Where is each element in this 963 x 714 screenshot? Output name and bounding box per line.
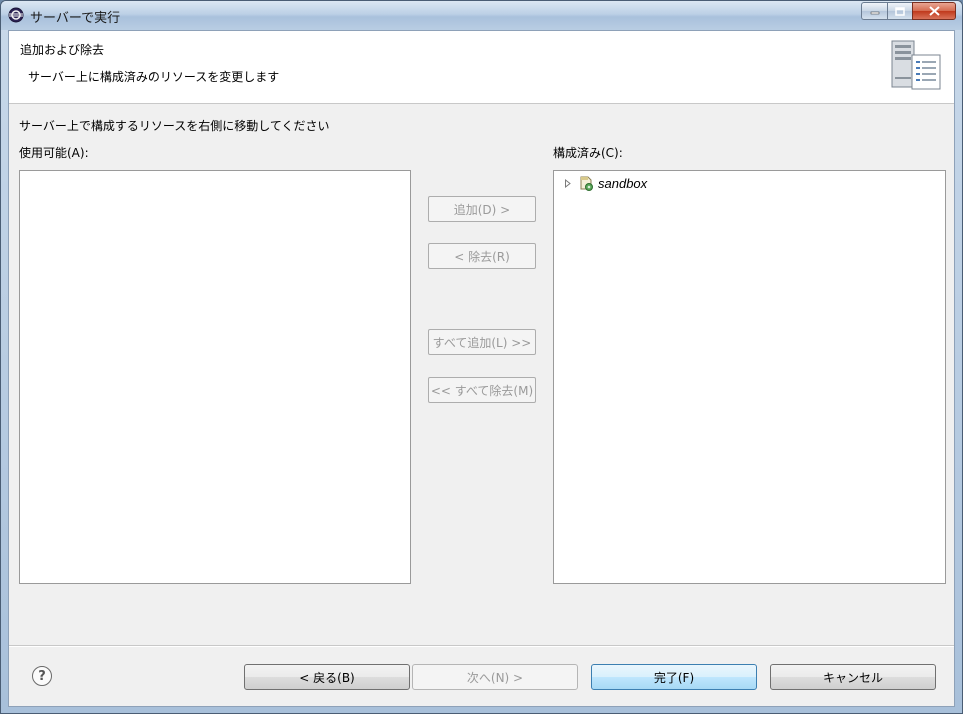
available-label: 使用可能(A): xyxy=(19,146,89,160)
close-button[interactable] xyxy=(912,2,956,20)
configured-label: 構成済み(C): xyxy=(553,146,623,160)
caption-buttons xyxy=(861,2,956,22)
tree-item-sandbox[interactable]: sandbox xyxy=(562,174,647,192)
back-button[interactable]: < 戻る(B) xyxy=(244,664,410,690)
wizard-banner: 追加および除去 サーバー上に構成済みのリソースを変更します xyxy=(9,31,954,104)
remove-button[interactable]: < 除去(R) xyxy=(428,243,536,269)
tree-item-label: sandbox xyxy=(598,175,648,191)
window-title: サーバーで実行 xyxy=(30,11,121,26)
configured-resources-tree[interactable]: sandbox xyxy=(553,170,946,584)
server-wizard-icon xyxy=(891,40,941,90)
next-button[interactable]: 次へ(N) > xyxy=(412,664,578,690)
finish-button[interactable]: 完了(F) xyxy=(591,664,757,690)
expand-triangle-icon[interactable] xyxy=(562,177,574,189)
close-icon xyxy=(928,6,940,16)
title-bar[interactable]: サーバーで実行 xyxy=(1,1,962,30)
help-icon[interactable]: ? xyxy=(32,666,52,686)
minimize-button[interactable] xyxy=(861,2,887,20)
instruction-text: サーバー上で構成するリソースを右側に移動してください xyxy=(19,119,330,133)
remove-all-button[interactable]: << すべて除去(M) xyxy=(428,377,536,403)
banner-description: サーバー上に構成済みのリソースを変更します xyxy=(28,70,280,84)
banner-title: 追加および除去 xyxy=(20,43,105,57)
add-all-button[interactable]: すべて追加(L) >> xyxy=(428,329,536,355)
dialog-client-area: 追加および除去 サーバー上に構成済みのリソースを変更します サーバー上で構成する… xyxy=(8,30,955,707)
footer-separator xyxy=(9,645,954,647)
project-icon xyxy=(580,176,593,191)
minimize-icon xyxy=(870,11,879,15)
maximize-icon xyxy=(895,6,905,16)
maximize-button[interactable] xyxy=(887,2,912,20)
add-button[interactable]: 追加(D) > xyxy=(428,196,536,222)
dialog-window: サーバーで実行 追加および除去 サーバー上に構成済みのリソースを変更します サー… xyxy=(0,0,963,714)
available-resources-list[interactable] xyxy=(19,170,411,584)
cancel-button[interactable]: キャンセル xyxy=(770,664,936,690)
eclipse-app-icon xyxy=(8,7,24,23)
